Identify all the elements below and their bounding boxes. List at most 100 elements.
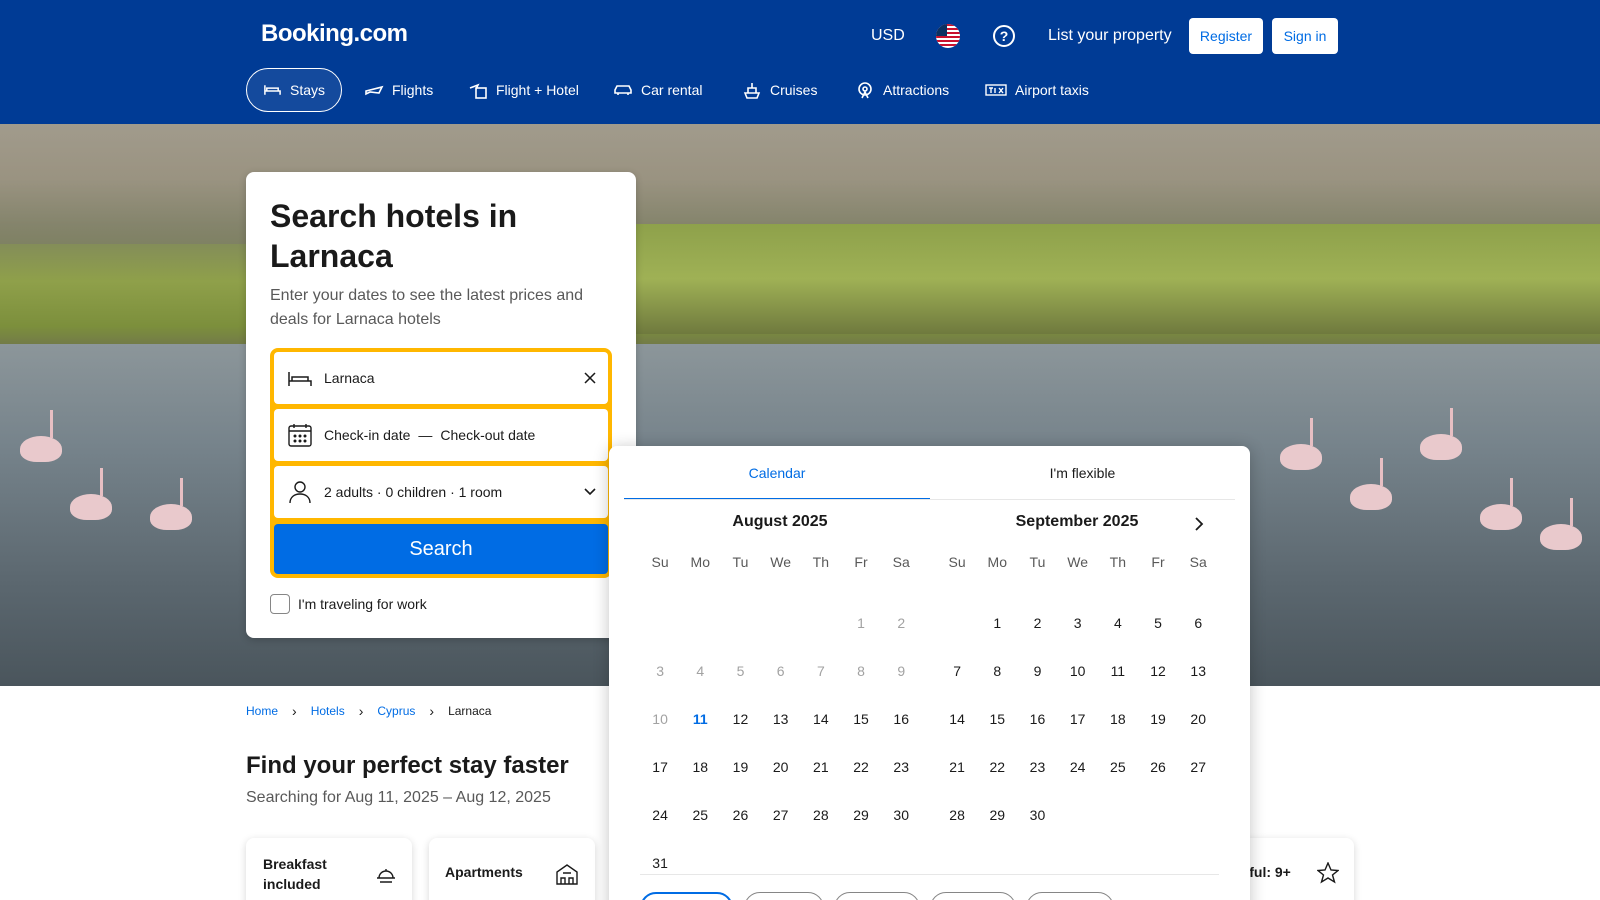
occupancy-field[interactable]: 2 adults · 0 children · 1 room [274, 466, 608, 518]
calendar-day[interactable]: 13 [1178, 647, 1218, 695]
calendar-day[interactable]: 16 [881, 695, 921, 743]
date-flex-chip[interactable] [834, 892, 920, 900]
search-button[interactable]: Search [274, 524, 608, 574]
calendar-day[interactable]: 29 [841, 791, 881, 839]
list-property-link[interactable]: List your property [1048, 24, 1172, 48]
filter-tile-apartments[interactable]: Apartments [429, 838, 595, 900]
calendar-day[interactable]: 22 [977, 743, 1017, 791]
calendar-empty-cell [801, 599, 841, 647]
breadcrumb-hotels[interactable]: Hotels [311, 704, 345, 718]
date-flex-chip[interactable] [640, 892, 733, 900]
calendar-day[interactable]: 26 [1138, 743, 1178, 791]
checkin-label[interactable]: Check-in date [324, 427, 410, 443]
tab-stays[interactable]: Stays [246, 68, 342, 112]
calendar-day[interactable]: 18 [680, 743, 720, 791]
calendar-day[interactable]: 24 [1058, 743, 1098, 791]
breadcrumb-cyprus[interactable]: Cyprus [377, 704, 415, 718]
calendar-day[interactable]: 14 [801, 695, 841, 743]
flamingo [1350, 458, 1392, 510]
breadcrumb-home[interactable]: Home [246, 704, 278, 718]
calendar-day[interactable]: 15 [841, 695, 881, 743]
tab-airport-taxis[interactable]: Airport taxis [969, 68, 1105, 112]
calendar-day[interactable]: 8 [977, 647, 1017, 695]
calendar-empty-cell [761, 599, 801, 647]
tab-cruises[interactable]: Cruises [726, 68, 833, 112]
date-flex-chip[interactable] [930, 892, 1016, 900]
calendar-day[interactable]: 23 [1017, 743, 1057, 791]
tab-flights[interactable]: Flights [348, 68, 449, 112]
month-title-september: September 2025 [1015, 513, 1139, 530]
calendar-day[interactable]: 30 [1017, 791, 1057, 839]
sign-in-button[interactable]: Sign in [1272, 18, 1338, 54]
calendar-day[interactable]: 27 [1178, 743, 1218, 791]
work-travel-option[interactable]: I'm traveling for work [270, 594, 427, 614]
chevron-down-icon[interactable] [572, 488, 608, 496]
calendar-day[interactable]: 30 [881, 791, 921, 839]
calendar-day[interactable]: 25 [680, 791, 720, 839]
us-flag-icon[interactable] [936, 24, 960, 48]
clear-icon[interactable] [572, 372, 608, 384]
calendar-day[interactable]: 19 [1138, 695, 1178, 743]
calendar-day[interactable]: 14 [937, 695, 977, 743]
tab-calendar[interactable]: Calendar [624, 446, 930, 500]
weekday-label: We [1067, 554, 1089, 570]
calendar-day[interactable]: 15 [977, 695, 1017, 743]
tab-flexible[interactable]: I'm flexible [930, 446, 1235, 500]
calendar-day[interactable]: 18 [1098, 695, 1138, 743]
tab-cruises-label: Cruises [770, 82, 818, 98]
calendar-day[interactable]: 17 [1058, 695, 1098, 743]
tab-car-rental-label: Car rental [641, 82, 703, 98]
calendar-day[interactable]: 24 [640, 791, 680, 839]
calendar-day[interactable]: 9 [1017, 647, 1057, 695]
currency-selector[interactable]: USD [871, 24, 905, 48]
calendar-day[interactable]: 5 [1138, 599, 1178, 647]
calendar-day[interactable]: 4 [1098, 599, 1138, 647]
tab-car-rental[interactable]: Car rental [597, 68, 718, 112]
calendar-day[interactable]: 12 [720, 695, 760, 743]
help-icon[interactable]: ? [993, 25, 1015, 47]
find-title: Find your perfect stay faster [246, 752, 569, 779]
calendar-day[interactable]: 31 [640, 839, 680, 887]
destination-input[interactable]: Larnaca [324, 370, 572, 386]
calendar-divider [640, 874, 1219, 875]
booking-logo[interactable]: Booking.com [261, 20, 408, 48]
tab-attractions[interactable]: Attractions [839, 68, 965, 112]
calendar-day: 9 [897, 663, 906, 679]
calendar-day[interactable]: 6 [1178, 599, 1218, 647]
calendar-day[interactable]: 21 [801, 743, 841, 791]
calendar-day[interactable]: 10 [1058, 647, 1098, 695]
calendar-day[interactable]: 16 [1017, 695, 1057, 743]
calendar-day[interactable]: 12 [1138, 647, 1178, 695]
calendar-day[interactable]: 25 [1098, 743, 1138, 791]
calendar-day[interactable]: 7 [937, 647, 977, 695]
calendar-day[interactable]: 21 [937, 743, 977, 791]
calendar-day[interactable]: 2 [1017, 599, 1057, 647]
work-travel-checkbox[interactable] [270, 594, 290, 614]
calendar-day[interactable]: 20 [1178, 695, 1218, 743]
date-flex-chip[interactable] [744, 892, 824, 900]
calendar-day[interactable]: 17 [640, 743, 680, 791]
filter-tile-breakfast[interactable]: Breakfast included [246, 838, 412, 900]
calendar-day[interactable]: 22 [841, 743, 881, 791]
calendar-day[interactable]: 11 [1098, 647, 1138, 695]
checkout-label[interactable]: Check-out date [440, 427, 535, 443]
calendar-day[interactable]: 23 [881, 743, 921, 791]
destination-field[interactable]: Larnaca [274, 352, 608, 404]
calendar-day[interactable]: 13 [761, 695, 801, 743]
calendar-day[interactable]: 27 [761, 791, 801, 839]
calendar-day[interactable]: 26 [720, 791, 760, 839]
tab-flight-hotel[interactable]: Flight + Hotel [452, 68, 595, 112]
calendar-day[interactable]: 28 [801, 791, 841, 839]
calendar-day[interactable]: 3 [1058, 599, 1098, 647]
calendar-day[interactable]: 1 [977, 599, 1017, 647]
register-button[interactable]: Register [1189, 18, 1263, 54]
date-flex-chip[interactable] [1026, 892, 1114, 900]
calendar-day[interactable]: 11 [680, 695, 720, 743]
calendar-day[interactable]: 19 [720, 743, 760, 791]
date-field[interactable]: Check-in date — Check-out date [274, 409, 608, 461]
calendar-day[interactable]: 28 [937, 791, 977, 839]
calendar-day[interactable]: 29 [977, 791, 1017, 839]
chevron-right-icon[interactable] [1187, 512, 1211, 536]
calendar-day[interactable]: 20 [761, 743, 801, 791]
month-grid-september: Su Mo Tu We Th Fr Sa 1 2 3 4 5 6 7 8 9 10 11 12 13 14 15 16 17 1… [937, 551, 1219, 839]
